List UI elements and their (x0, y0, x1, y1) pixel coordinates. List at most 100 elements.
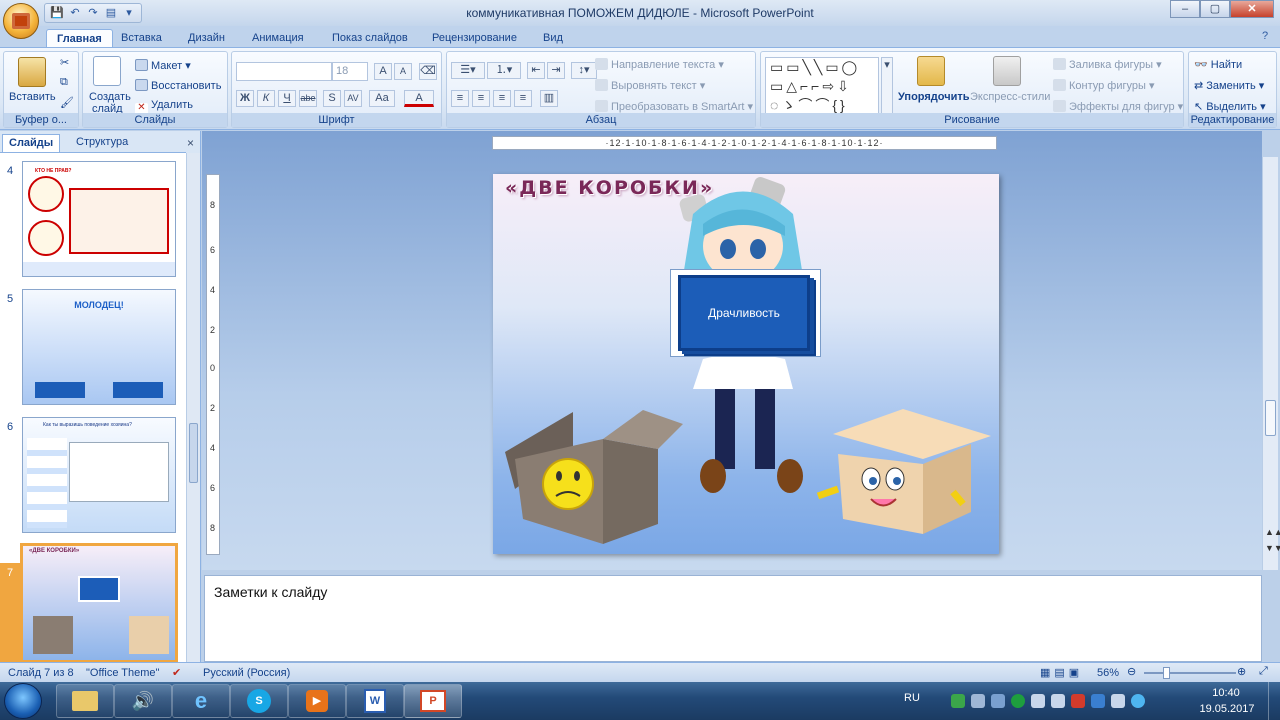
underline-button[interactable]: Ч (278, 90, 296, 107)
tray-icon[interactable] (1091, 694, 1105, 708)
cut-icon[interactable]: ✂ (60, 56, 69, 69)
skype-taskbar-button[interactable]: S (230, 684, 288, 718)
shadow-button[interactable]: S (323, 90, 341, 107)
tab-slideshow[interactable]: Показ слайдов (322, 29, 418, 48)
tab-view[interactable]: Вид (533, 29, 573, 48)
grow-font-button[interactable]: A (374, 63, 392, 80)
shape-outline-button[interactable]: Контур фигуры ▾ (1053, 79, 1155, 92)
prev-slide-icon[interactable]: ▲▲ (1265, 527, 1280, 537)
replace-button[interactable]: ⇄ Заменить ▾ (1194, 79, 1264, 92)
bold-button[interactable]: Ж (236, 90, 254, 107)
clear-format-button[interactable]: ⌫ (419, 63, 437, 80)
strike-button[interactable]: abe (299, 90, 317, 107)
font-size-input[interactable]: 18 (332, 62, 368, 81)
reset-button[interactable]: Восстановить (135, 79, 221, 92)
thumbnails-scrollbar[interactable] (186, 153, 200, 662)
thumbnails-scroll-thumb[interactable] (189, 423, 198, 483)
tab-outline-panel[interactable]: Структура (70, 134, 134, 152)
arrange-button[interactable]: Упорядочить (898, 91, 970, 103)
word-taskbar-button[interactable]: W (346, 684, 404, 718)
language-indicator[interactable]: Русский (Россия) (203, 667, 290, 679)
tab-slides-panel[interactable]: Слайды (2, 134, 61, 152)
slide-canvas[interactable]: «ДВЕ КОРОБКИ» Драчливость (493, 174, 999, 554)
tray-icon[interactable] (1071, 694, 1085, 708)
start-button[interactable] (4, 683, 42, 719)
smartart-button[interactable]: Преобразовать в SmartArt ▾ (595, 100, 753, 113)
change-case-button[interactable]: Aa (369, 90, 395, 107)
decrease-indent-button[interactable]: ⇤ (527, 62, 545, 79)
line-spacing-button[interactable]: ↕▾ (571, 62, 597, 79)
editor-scrollbar[interactable]: ▲▲ ▼▼ (1262, 157, 1280, 570)
shape-fill-button[interactable]: Заливка фигуры ▾ (1053, 58, 1162, 71)
numbering-button[interactable]: ⒈▾ (487, 62, 521, 79)
tab-insert[interactable]: Вставка (111, 29, 172, 48)
align-left-button[interactable]: ≡ (451, 90, 469, 107)
columns-button[interactable]: ▥ (540, 90, 558, 107)
slide-thumbnail-7[interactable]: «ДВЕ КОРОБКИ» (20, 543, 178, 663)
format-painter-icon[interactable]: 🖌 (60, 96, 74, 109)
media-taskbar-button[interactable]: 🔊 (114, 684, 172, 718)
volume-icon[interactable] (1111, 694, 1125, 708)
notes-pane[interactable]: Заметки к слайду (204, 575, 1262, 662)
slide-thumbnail-6[interactable]: Как ты выразишь поведение хозяина? (22, 417, 176, 533)
clock-time[interactable]: 10:40 (1196, 687, 1256, 699)
tray-icon[interactable] (1031, 694, 1045, 708)
help-icon[interactable]: ? (1262, 30, 1268, 42)
language-tray[interactable]: RU (904, 692, 934, 704)
player-taskbar-button[interactable]: ▶ (288, 684, 346, 718)
paste-button[interactable]: Вставить (9, 91, 56, 103)
select-button[interactable]: ↖ Выделить ▾ (1194, 100, 1266, 113)
zoom-in-icon[interactable]: ⊕ (1237, 665, 1246, 678)
align-center-button[interactable]: ≡ (472, 90, 490, 107)
flag-icon[interactable] (1051, 694, 1065, 708)
explorer-taskbar-button[interactable] (56, 684, 114, 718)
shapes-gallery[interactable]: ▭▭╲╲▭◯ ▭△⌐⌐⇨⇩ ◌ゝ⌒⌒{} (765, 57, 879, 115)
justify-button[interactable]: ≡ (514, 90, 532, 107)
increase-indent-button[interactable]: ⇥ (547, 62, 565, 79)
zoom-slider-thumb[interactable] (1163, 667, 1170, 679)
spellcheck-icon[interactable]: ✔ (172, 666, 181, 679)
minimize-button[interactable]: – (1170, 0, 1200, 18)
font-name-input[interactable] (236, 62, 332, 81)
tray-icon[interactable] (991, 694, 1005, 708)
find-button[interactable]: 👓 Найти (1194, 58, 1242, 71)
zoom-slider[interactable] (1144, 672, 1236, 674)
ie-taskbar-button[interactable]: e (172, 684, 230, 718)
office-button[interactable] (3, 3, 39, 39)
tab-review[interactable]: Рецензирование (422, 29, 527, 48)
editor-scroll-thumb[interactable] (1265, 400, 1276, 436)
tab-animation[interactable]: Анимация (242, 29, 314, 48)
fit-to-window-icon[interactable]: ⤢ (1259, 665, 1268, 678)
bullets-button[interactable]: ☰▾ (451, 62, 485, 79)
align-right-button[interactable]: ≡ (493, 90, 511, 107)
shrink-font-button[interactable]: A (394, 63, 412, 80)
maximize-button[interactable]: ▢ (1200, 0, 1230, 18)
slide-thumbnail-4[interactable]: КТО НЕ ПРАВ? (22, 161, 176, 277)
show-desktop-button[interactable] (1268, 682, 1280, 720)
new-slide-button[interactable]: Создать (89, 91, 131, 103)
spacing-button[interactable]: AV (344, 90, 362, 107)
panel-close-icon[interactable]: × (187, 136, 194, 150)
font-color-button[interactable]: A (404, 90, 434, 107)
copy-icon[interactable]: ⧉ (60, 76, 68, 89)
next-slide-icon[interactable]: ▼▼ (1265, 543, 1280, 553)
tab-home[interactable]: Главная (46, 29, 113, 48)
slide-thumbnail-5[interactable]: МОЛОДЕЦ! (22, 289, 176, 405)
italic-button[interactable]: К (257, 90, 275, 107)
tab-design[interactable]: Дизайн (178, 29, 235, 48)
network-icon[interactable] (971, 694, 985, 708)
view-buttons[interactable]: ▦▤▣ (1040, 666, 1083, 679)
quick-styles-button[interactable]: Экспресс-стили (970, 91, 1050, 103)
tray-icon[interactable] (1131, 694, 1145, 708)
close-button[interactable]: ✕ (1230, 0, 1274, 18)
powerpoint-taskbar-button[interactable]: P (404, 684, 462, 718)
shape-effects-button[interactable]: Эффекты для фигур ▾ (1053, 100, 1183, 113)
align-text-button[interactable]: Выровнять текст ▾ (595, 79, 705, 92)
clock-date[interactable]: 19.05.2017 (1192, 703, 1262, 715)
shapes-gallery-scroll[interactable]: ▾ (881, 57, 893, 115)
tray-icon[interactable] (951, 694, 965, 708)
text-direction-button[interactable]: Направление текста ▾ (595, 58, 724, 71)
layout-button[interactable]: Макет ▾ (135, 59, 191, 72)
zoom-out-icon[interactable]: ⊖ (1127, 665, 1136, 678)
zoom-level[interactable]: 56% (1097, 667, 1119, 679)
